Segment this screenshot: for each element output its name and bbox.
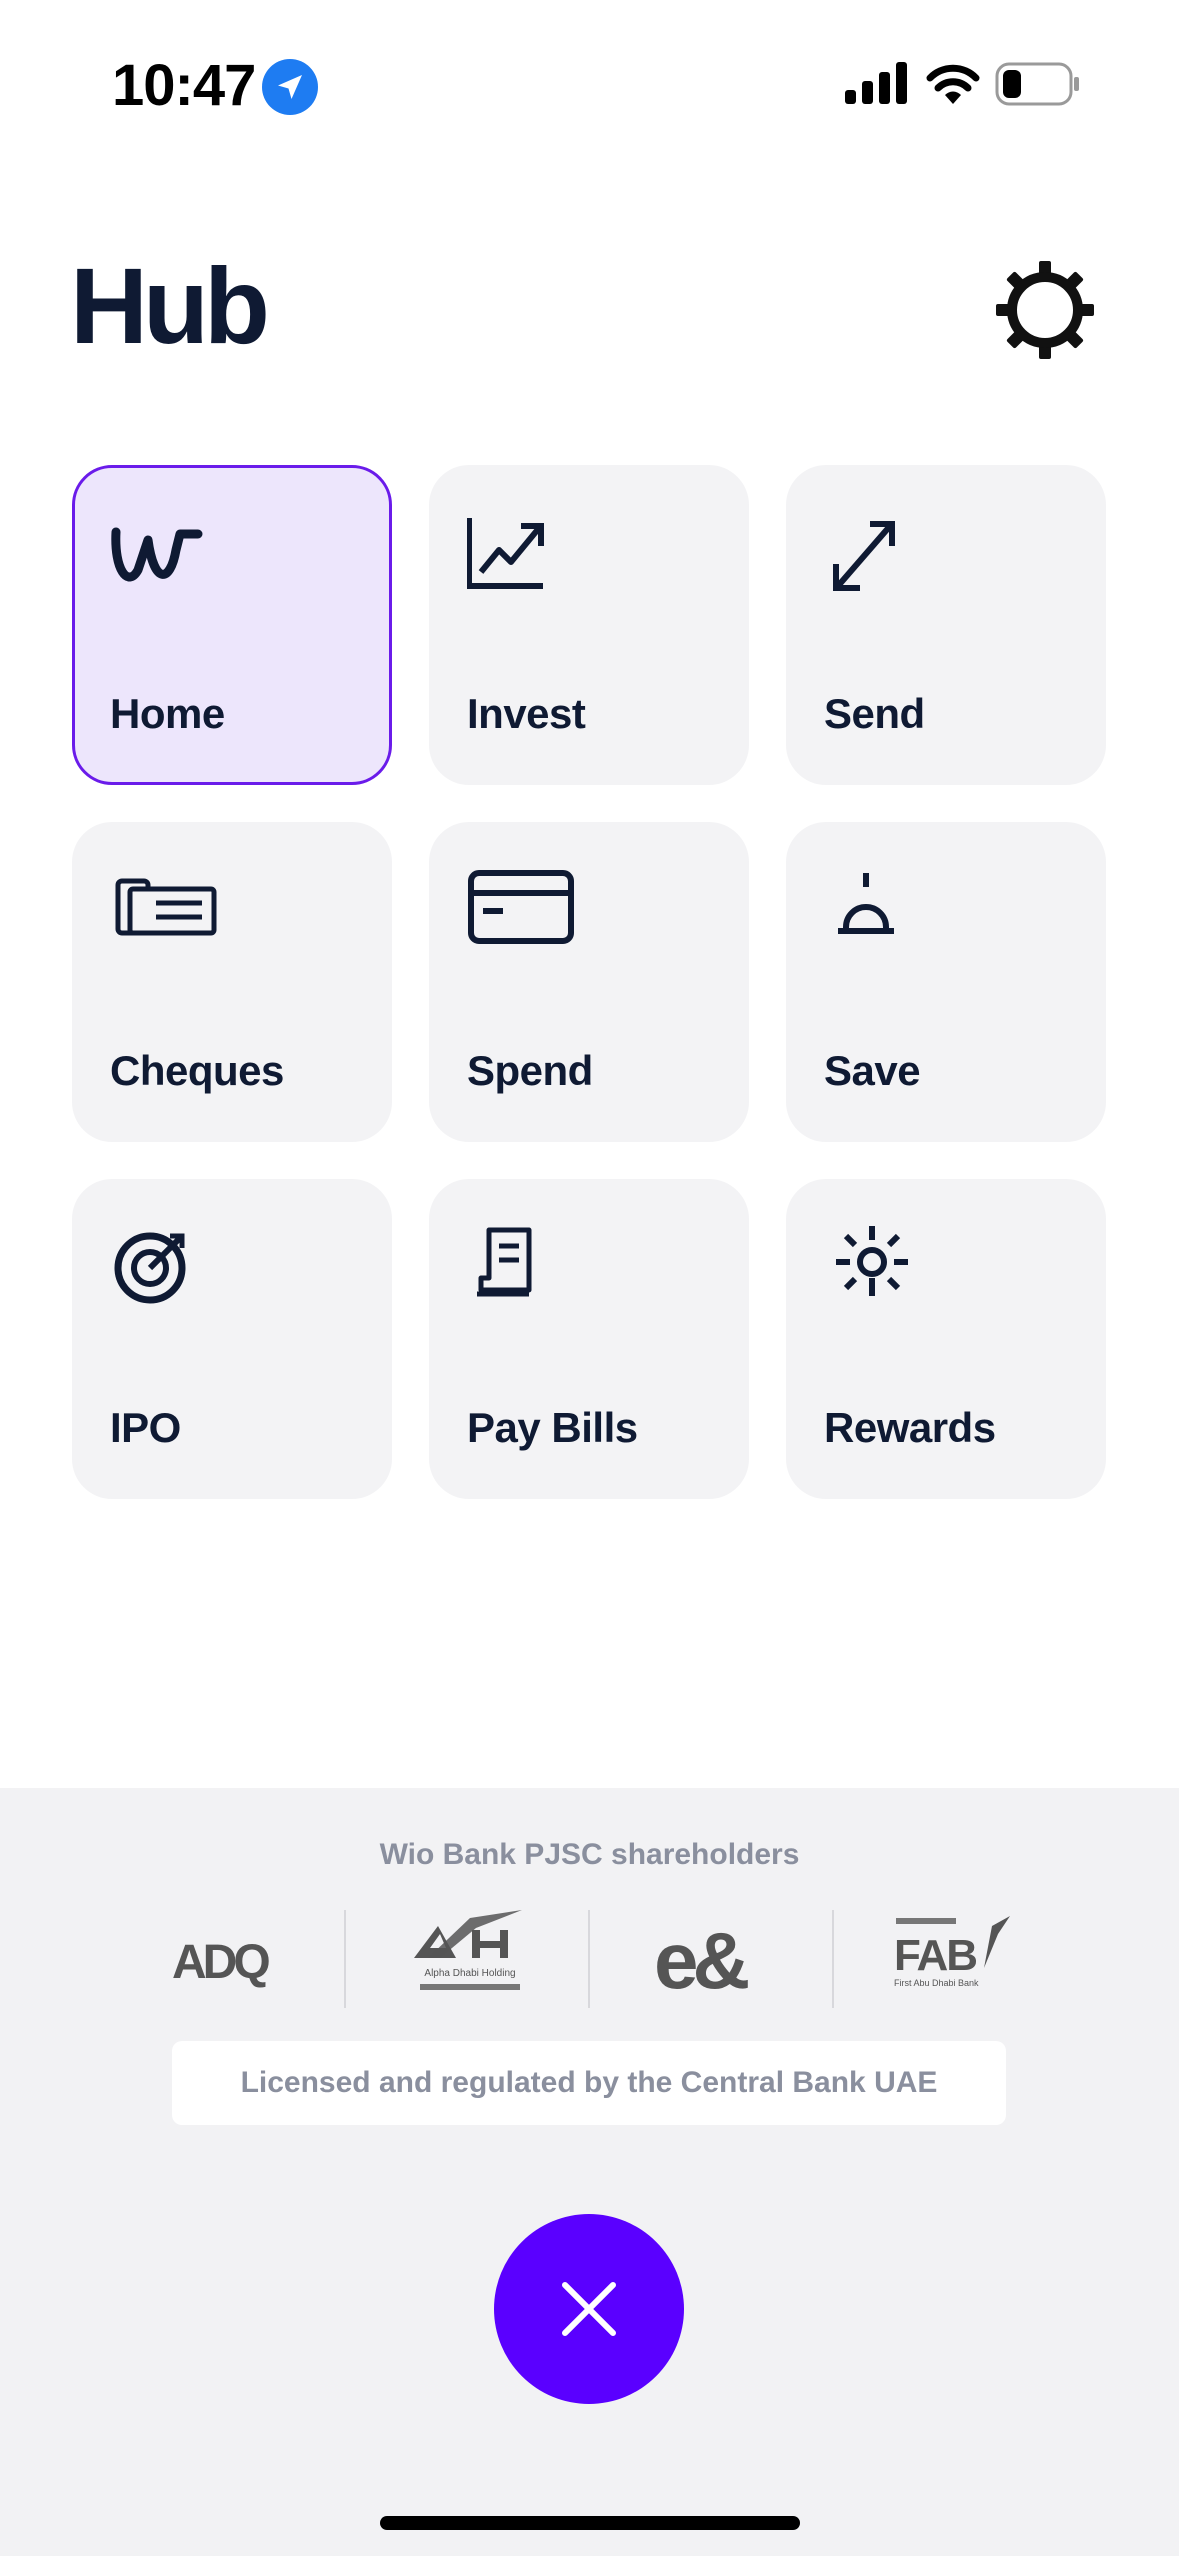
tile-label: Home bbox=[110, 690, 225, 737]
tile-pay-bills[interactable]: Pay Bills bbox=[429, 1179, 749, 1499]
tile-label: Cheques bbox=[110, 1047, 284, 1094]
svg-text:ADQ: ADQ bbox=[172, 1936, 269, 1989]
card-icon bbox=[468, 870, 574, 944]
svg-text:Alpha Dhabi Holding: Alpha Dhabi Holding bbox=[424, 1968, 515, 1979]
logo-divider bbox=[588, 1910, 590, 2008]
tile-label: Rewards bbox=[824, 1404, 996, 1451]
tile-cheques[interactable]: Cheques bbox=[72, 822, 392, 1142]
close-icon bbox=[562, 2282, 616, 2336]
arrows-expand-icon bbox=[833, 521, 895, 591]
battery-icon bbox=[995, 62, 1079, 106]
bell-icon bbox=[838, 873, 894, 934]
tile-ipo[interactable]: IPO bbox=[72, 1179, 392, 1499]
adq-logo: ADQ bbox=[172, 1936, 273, 1989]
wifi-icon bbox=[926, 64, 980, 104]
svg-text:e&: e& bbox=[654, 1916, 748, 2005]
license-text: Licensed and regulated by the Central Ba… bbox=[240, 2066, 938, 2099]
logo-divider bbox=[344, 1910, 346, 2008]
tile-spend[interactable]: Spend bbox=[429, 822, 749, 1142]
target-icon bbox=[114, 1232, 186, 1304]
gear-icon bbox=[996, 261, 1094, 359]
sparkle-icon bbox=[836, 1226, 908, 1296]
tile-send[interactable]: Send bbox=[786, 465, 1106, 785]
home-indicator bbox=[380, 2516, 800, 2530]
e-and-logo: e& bbox=[654, 1916, 754, 2005]
tile-label: Spend bbox=[467, 1047, 593, 1094]
tile-label: Pay Bills bbox=[467, 1404, 638, 1451]
page-title: Hub bbox=[70, 245, 270, 366]
receipt-icon bbox=[477, 1227, 532, 1297]
tile-rewards[interactable]: Rewards bbox=[786, 1179, 1106, 1499]
tile-label: Invest bbox=[467, 690, 586, 737]
shareholders-title: Wio Bank PJSC shareholders bbox=[379, 1838, 800, 1871]
close-button[interactable] bbox=[494, 2214, 684, 2404]
tile-invest[interactable]: Invest bbox=[429, 465, 749, 785]
tile-label: Send bbox=[824, 690, 925, 737]
tile-label: Save bbox=[824, 1047, 921, 1094]
fab-logo: FAB First Abu Dhabi Bank bbox=[894, 1916, 1010, 1988]
status-bar: 10:47 bbox=[0, 0, 1179, 160]
wio-logo-icon bbox=[111, 527, 203, 582]
tile-label: IPO bbox=[110, 1404, 181, 1451]
svg-text:First Abu Dhabi Bank: First Abu Dhabi Bank bbox=[894, 1978, 979, 1988]
license-box: Licensed and regulated by the Central Ba… bbox=[172, 2041, 1006, 2125]
adh-logo: Alpha Dhabi Holding bbox=[414, 1910, 522, 1990]
location-arrow-icon bbox=[262, 59, 318, 115]
svg-text:FAB: FAB bbox=[894, 1931, 976, 1980]
chart-up-icon bbox=[467, 518, 544, 589]
settings-button[interactable] bbox=[990, 255, 1100, 365]
tile-save[interactable]: Save bbox=[786, 822, 1106, 1142]
footer: Wio Bank PJSC shareholders ADQ Alpha Dha… bbox=[0, 1788, 1179, 2556]
status-time: 10:47 bbox=[112, 53, 256, 118]
cheque-icon bbox=[115, 878, 217, 936]
cellular-signal-icon bbox=[845, 62, 907, 104]
logo-divider bbox=[832, 1910, 834, 2008]
tile-home[interactable]: Home bbox=[72, 465, 392, 785]
